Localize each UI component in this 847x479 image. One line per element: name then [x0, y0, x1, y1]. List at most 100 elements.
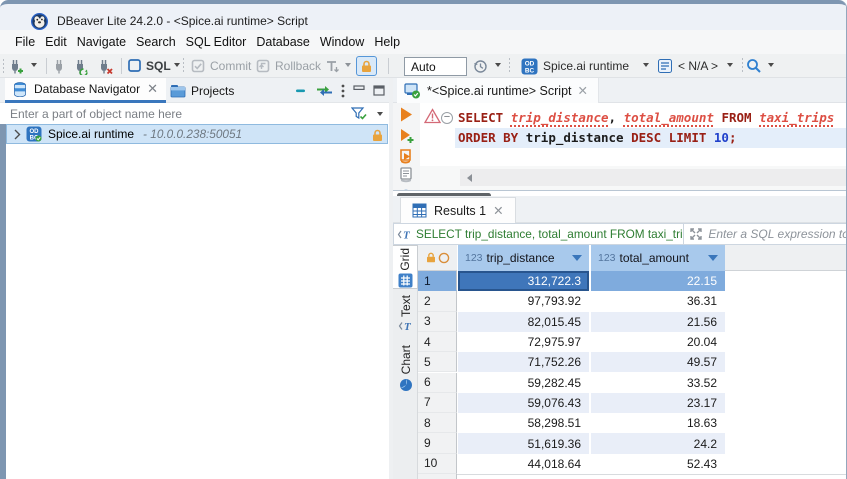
row-number[interactable]: 5: [418, 352, 457, 372]
row-number[interactable]: 4: [418, 332, 457, 352]
grid-cell[interactable]: 44,018.64: [458, 454, 589, 474]
schema-caret[interactable]: [727, 63, 733, 67]
close-tab-icon[interactable]: ✕: [147, 81, 158, 97]
new-connection-caret[interactable]: [31, 63, 37, 67]
grid-cell[interactable]: 51,619.36: [458, 433, 589, 453]
transaction-caret[interactable]: [345, 63, 351, 67]
grid-cell[interactable]: 71,752.26: [458, 352, 589, 372]
row-number[interactable]: 1: [418, 271, 457, 291]
disconnect-button[interactable]: [97, 56, 114, 76]
active-schema-button[interactable]: < N/A >: [657, 56, 718, 76]
row-number[interactable]: 6: [418, 373, 457, 393]
view-tab-chart[interactable]: Chart: [393, 345, 418, 392]
history-caret[interactable]: [495, 63, 501, 67]
grid-cell[interactable]: 18.63: [591, 413, 725, 433]
results-grid-icon: [412, 203, 427, 218]
connect-button[interactable]: [52, 56, 69, 76]
grid-cell[interactable]: 33.52: [591, 373, 725, 393]
new-connection-button[interactable]: [8, 56, 25, 76]
grid-cell[interactable]: 36.31: [591, 291, 725, 311]
menu-database[interactable]: Database: [251, 32, 315, 52]
commit-button[interactable]: Commit: [190, 56, 251, 76]
grid-cell[interactable]: 22.15: [591, 271, 725, 291]
grid-cell[interactable]: 59,282.45: [458, 373, 589, 393]
transaction-mode-button[interactable]: [324, 56, 341, 76]
grid-cell[interactable]: 59,076.43: [458, 393, 589, 413]
tab-database-navigator[interactable]: Database Navigator ✕: [5, 78, 166, 103]
view-menu-icon[interactable]: [341, 84, 345, 98]
sql-editor-button[interactable]: SQL: [127, 56, 171, 76]
minimize-view-icon[interactable]: [353, 85, 365, 96]
tree-expand-chevron[interactable]: [14, 129, 21, 140]
grid-cell[interactable]: 312,722.3: [458, 271, 589, 291]
close-editor-tab-icon[interactable]: ✕: [578, 83, 588, 98]
sort-indicator-icon[interactable]: [708, 255, 718, 261]
editor-hscrollbar-track[interactable]: [460, 169, 847, 186]
navigator-filter[interactable]: Enter a part of object name here: [0, 103, 389, 124]
scroll-left-arrow-icon[interactable]: [467, 174, 472, 182]
row-number[interactable]: 8: [418, 413, 457, 433]
execute-new-tab-icon[interactable]: [398, 128, 415, 145]
column-header-trip_distance[interactable]: 123 trip_distance: [458, 245, 589, 271]
maximize-view-icon[interactable]: [373, 85, 385, 96]
transaction-history-button[interactable]: [472, 56, 489, 76]
grid-cell[interactable]: 21.56: [591, 312, 725, 332]
column-header-total_amount[interactable]: 123 total_amount: [591, 245, 725, 271]
history-icon: [472, 58, 489, 75]
results-filter-bar[interactable]: T SELECT trip_distance, total_amount FRO…: [393, 223, 847, 245]
grid-cell[interactable]: 58,298.51: [458, 413, 589, 433]
sql-text-icon: T: [397, 228, 413, 241]
grid-corner-cell[interactable]: [418, 245, 457, 271]
search-button[interactable]: [746, 56, 762, 76]
autocommit-value: Auto: [411, 60, 436, 74]
execute-statement-icon[interactable]: [398, 106, 415, 123]
tab-results-1[interactable]: Results 1 ✕: [400, 197, 516, 223]
reconnect-button[interactable]: [73, 56, 90, 76]
sort-indicator-icon[interactable]: [572, 255, 582, 261]
grid-cell[interactable]: 82,015.45: [458, 312, 589, 332]
editor-hscrollbar[interactable]: [420, 166, 847, 190]
menu-search[interactable]: Search: [131, 32, 181, 52]
sql-editor[interactable]: − SELECT trip_distance, total_amount FRO…: [393, 103, 847, 190]
tab-projects[interactable]: Projects: [162, 78, 242, 103]
grid-cell[interactable]: 49.57: [591, 352, 725, 372]
view-tab-text[interactable]: Text T: [393, 295, 418, 333]
menu-edit[interactable]: Edit: [40, 32, 72, 52]
grid-cell[interactable]: 20.04: [591, 332, 725, 352]
editor-tab-bar: *<Spice.ai runtime> Script ✕: [393, 78, 847, 103]
close-results-tab-icon[interactable]: ✕: [493, 203, 503, 218]
view-tab-grid[interactable]: Grid: [393, 245, 418, 289]
link-with-editor-icon[interactable]: [316, 85, 333, 97]
tree-item-connection[interactable]: OD BC Spice.ai runtime - 10.0.0.238:5005…: [6, 124, 388, 144]
tab-sql-script[interactable]: *<Spice.ai runtime> Script ✕: [397, 78, 599, 103]
collapse-all-icon[interactable]: [295, 84, 308, 97]
row-number[interactable]: 9: [418, 433, 457, 453]
grid-cell[interactable]: 52.43: [591, 454, 725, 474]
autocommit-combo[interactable]: Auto: [404, 57, 467, 76]
menu-file[interactable]: File: [10, 32, 40, 52]
sql-editor-caret[interactable]: [174, 63, 180, 67]
execute-script-icon[interactable]: [398, 148, 415, 165]
filter-dropdown-caret[interactable]: [377, 112, 383, 116]
grid-cell[interactable]: 97,793.92: [458, 291, 589, 311]
row-number[interactable]: 3: [418, 312, 457, 332]
search-caret[interactable]: [768, 63, 774, 67]
grid-cell[interactable]: 72,975.97: [458, 332, 589, 352]
code-fold-icon[interactable]: −: [441, 112, 453, 124]
grid-cell[interactable]: 23.17: [591, 393, 725, 413]
active-connection-button[interactable]: OD BC Spice.ai runtime: [521, 56, 629, 76]
menu-help[interactable]: Help: [369, 32, 405, 52]
rollback-button[interactable]: Rollback: [255, 56, 321, 76]
filter-config-icon[interactable]: [351, 106, 367, 124]
menu-navigate[interactable]: Navigate: [72, 32, 131, 52]
menu-sql-editor[interactable]: SQL Editor: [181, 32, 252, 52]
connection-caret[interactable]: [643, 63, 649, 67]
grid-cell[interactable]: 24.2: [591, 433, 725, 453]
expand-filter-icon[interactable]: [689, 227, 703, 241]
row-number[interactable]: 2: [418, 291, 457, 311]
row-number[interactable]: 7: [418, 393, 457, 413]
readonly-toggle-button[interactable]: [356, 56, 377, 76]
menu-window[interactable]: Window: [315, 32, 369, 52]
row-number[interactable]: 10: [418, 454, 457, 474]
explain-plan-icon[interactable]: [398, 166, 415, 183]
